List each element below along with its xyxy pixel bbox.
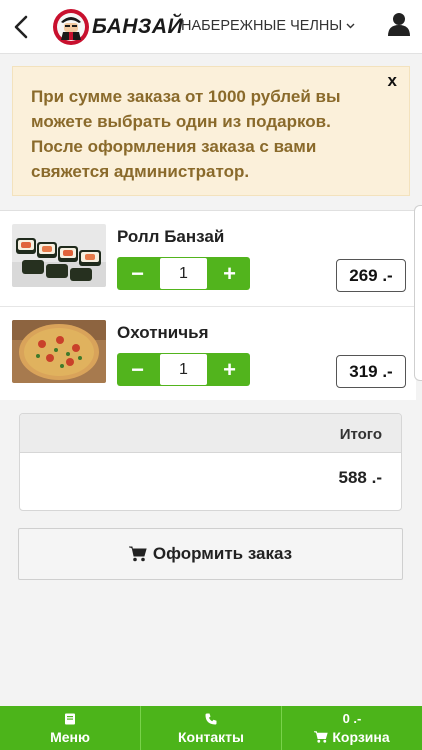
app-header: БАНЗАЙ НАБЕРЕЖНЫЕ ЧЕЛНЫ	[0, 0, 422, 54]
cart-item: Ролл Банзай − 1 + 269 .-	[0, 211, 416, 306]
cart-list: Ролл Банзай − 1 + 269 .- Охотничья − 1 +…	[0, 210, 416, 400]
city-label: НАБЕРЕЖНЫЕ ЧЕЛНЫ	[181, 18, 343, 34]
nav-cart[interactable]: 0 .- Корзина	[282, 706, 422, 750]
increase-button[interactable]: +	[209, 257, 250, 290]
checkout-button[interactable]: Оформить заказ	[18, 528, 403, 580]
total-panel: Итого 588 .-	[19, 413, 402, 511]
notice-text: При сумме заказа от 1000 рублей вы может…	[31, 87, 341, 181]
brand-name: БАНЗАЙ	[92, 15, 184, 38]
bottom-nav: Меню Контакты 0 .- Корзина	[0, 706, 422, 750]
brand-logo[interactable]: БАНЗАЙ	[52, 7, 183, 47]
city-selector[interactable]: НАБЕРЕЖНЫЕ ЧЕЛНЫ	[181, 18, 355, 34]
nav-menu-label: Меню	[50, 729, 90, 745]
nav-menu[interactable]: Меню	[0, 706, 141, 750]
scroll-edge	[414, 205, 422, 381]
back-button[interactable]	[6, 10, 36, 44]
item-name: Ролл Банзай	[117, 227, 225, 246]
total-label: Итого	[339, 426, 382, 443]
pizza-image	[12, 320, 106, 383]
samurai-logo-icon	[53, 9, 89, 45]
notice-close-button[interactable]: x	[388, 71, 397, 91]
nav-cart-label: Корзина	[332, 729, 390, 745]
back-arrow-icon	[14, 15, 28, 39]
gift-notice: При сумме заказа от 1000 рублей вы может…	[12, 66, 410, 196]
nav-contacts-label: Контакты	[177, 729, 244, 745]
total-value: 588 .-	[338, 468, 382, 487]
item-name: Охотничья	[117, 323, 209, 342]
cart-icon	[128, 546, 147, 562]
quantity-stepper: − 1 +	[117, 353, 250, 386]
roll-image	[12, 224, 106, 287]
nav-contacts[interactable]: Контакты	[141, 706, 282, 750]
quantity-value[interactable]: 1	[160, 258, 207, 289]
user-button[interactable]	[388, 12, 414, 40]
total-header: Итого	[20, 414, 401, 453]
phone-icon	[205, 713, 217, 725]
chevron-down-icon	[346, 23, 355, 29]
decrease-button[interactable]: −	[117, 353, 158, 386]
item-price: 269 .-	[336, 259, 406, 292]
item-price: 319 .-	[336, 355, 406, 388]
quantity-stepper: − 1 +	[117, 257, 250, 290]
cart-item: Охотничья − 1 + 319 .-	[0, 306, 416, 401]
quantity-value[interactable]: 1	[160, 354, 207, 385]
cart-amount: 0 .-	[342, 711, 362, 726]
user-icon	[388, 13, 410, 36]
book-icon	[65, 713, 75, 725]
decrease-button[interactable]: −	[117, 257, 158, 290]
cart-icon	[314, 731, 329, 743]
increase-button[interactable]: +	[209, 353, 250, 386]
checkout-label: Оформить заказ	[152, 544, 293, 563]
